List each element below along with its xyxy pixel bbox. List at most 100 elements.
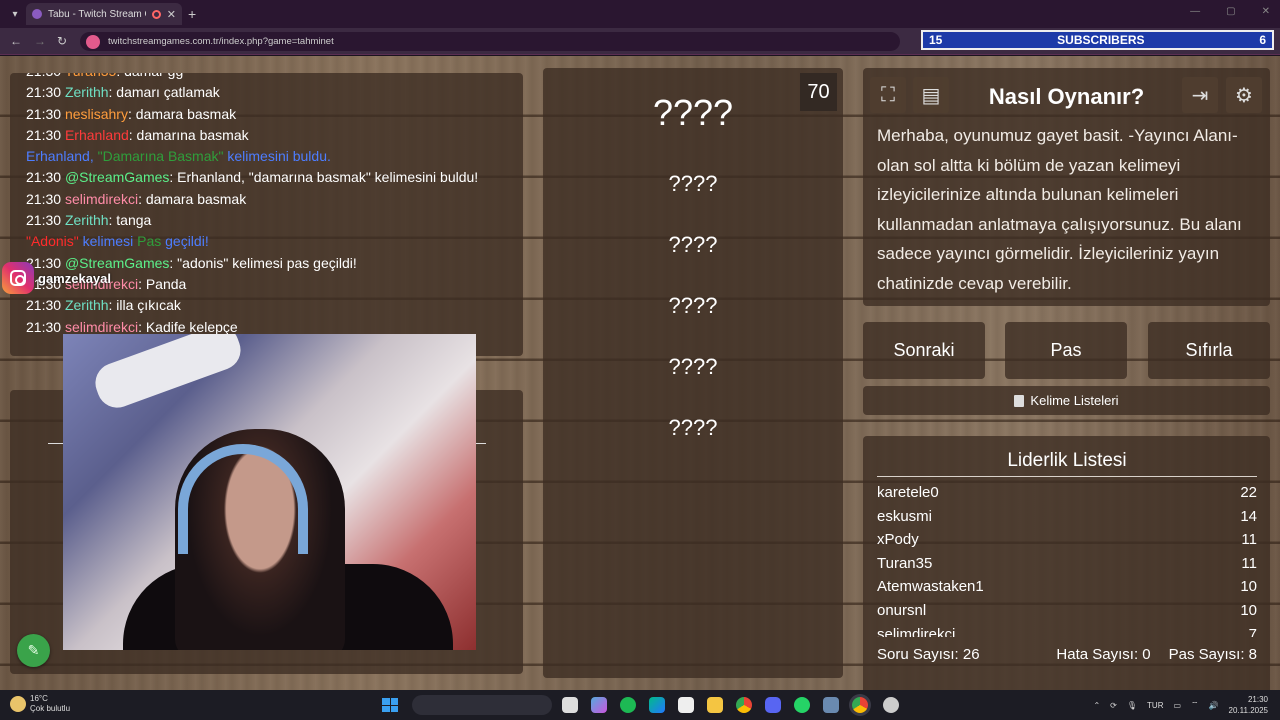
player-score: 10 xyxy=(1240,601,1257,619)
task-view-icon[interactable] xyxy=(562,697,578,713)
taboo-word: ???? xyxy=(668,354,718,379)
subscriber-label: SUBSCRIBERS xyxy=(1057,33,1145,47)
url-text: twitchstreamgames.com.tr/index.php?game=… xyxy=(108,36,334,47)
clock[interactable]: 21:30 20.11.2025 xyxy=(1229,694,1268,716)
browser-tab[interactable]: Tabu - Twitch Stream Games ✕ xyxy=(26,3,182,25)
os-taskbar: 16°C Çok bulutlu ⌃ ⟳ 🎙 TUR ▭ ⌔ 🔊 21:30 2… xyxy=(0,690,1280,720)
tab-search-button[interactable]: ▾ xyxy=(4,5,26,23)
player-score: 11 xyxy=(1241,554,1257,572)
system-word: "Damarına Basmak" xyxy=(97,148,224,165)
new-tab-button[interactable]: + xyxy=(188,6,196,22)
chat-text: : damarına basmak xyxy=(128,126,249,143)
chat-text: : Panda xyxy=(138,275,187,292)
exit-icon[interactable]: ⇥ xyxy=(1182,77,1218,113)
folder-icon[interactable] xyxy=(707,697,723,713)
chat-username: @StreamGames xyxy=(64,169,170,186)
clock-date: 20.11.2025 xyxy=(1228,706,1268,715)
leaderboard-row: eskusmi 14 xyxy=(877,505,1257,529)
chat-username: Erhanland xyxy=(64,126,129,143)
player-score: 10 xyxy=(1240,578,1257,596)
chat-message: 21:30 Erhanland: damarına basmak xyxy=(26,125,507,146)
site-info-icon[interactable] xyxy=(86,34,100,49)
system-text: kelimesi xyxy=(78,233,138,250)
weather-temp: 16°C xyxy=(30,694,48,703)
instagram-overlay: gamzekayal xyxy=(2,262,111,294)
chat-text: : Kadife kelepçe xyxy=(138,318,238,335)
chrome-active-icon[interactable] xyxy=(852,697,868,713)
store-icon[interactable] xyxy=(678,697,694,713)
chat-time: 21:30 xyxy=(26,297,62,314)
taboo-word: ???? xyxy=(668,415,718,440)
chat-message: Erhanland, "Damarına Basmak" kelimesini … xyxy=(26,146,507,167)
gear-icon[interactable]: ⚙ xyxy=(1226,77,1262,113)
browser-tabbar: ▾ Tabu - Twitch Stream Games ✕ + — ▢ ✕ xyxy=(0,0,1280,28)
back-icon[interactable]: ← xyxy=(10,34,22,48)
sync-icon[interactable]: ⟳ xyxy=(1110,701,1117,710)
chat-time: 21:30 xyxy=(26,212,62,229)
chat-text: : damar gg xyxy=(116,73,183,79)
taboo-word: ???? xyxy=(668,232,718,257)
edge-icon[interactable] xyxy=(649,697,665,713)
next-button[interactable]: Sonraki xyxy=(863,322,985,379)
chat-message: 21:30 Turan35: damar gg xyxy=(26,73,507,82)
chat-message: 21:30 Zerithh: illa çıkıcak xyxy=(26,295,507,316)
display-icon[interactable]: ▭ xyxy=(1173,701,1181,710)
leaderboard-row: onursnl 10 xyxy=(877,599,1257,623)
reset-button[interactable]: Sıfırla xyxy=(1148,322,1270,379)
microphone xyxy=(89,334,247,414)
chat-text: : "adonis" kelimesi pas geçildi! xyxy=(169,254,357,271)
network-icon[interactable]: ⌔ xyxy=(1191,700,1199,710)
volume-icon[interactable]: 🔊 xyxy=(1209,701,1219,710)
leaderboard-row: xPody 11 xyxy=(877,528,1257,552)
chat-message: 21:30 Zerithh: tanga xyxy=(26,210,507,231)
url-field[interactable]: twitchstreamgames.com.tr/index.php?game=… xyxy=(80,32,900,51)
spotify-icon[interactable] xyxy=(620,697,636,713)
close-window-icon[interactable]: ✕ xyxy=(1262,6,1270,17)
system-pass: Pas xyxy=(137,233,162,250)
obs-icon[interactable] xyxy=(883,697,899,713)
chat-time: 21:30 xyxy=(26,105,62,122)
forward-icon[interactable]: → xyxy=(34,34,46,48)
player-score: 22 xyxy=(1240,484,1257,501)
discord-icon[interactable] xyxy=(765,697,781,713)
player-score: 14 xyxy=(1240,507,1257,525)
chat-text: : tanga xyxy=(108,212,152,229)
chat-message: 21:30 selimdirekci: damara basmak xyxy=(26,189,507,210)
player-name: Turan35 xyxy=(877,554,933,572)
list-icon xyxy=(1014,394,1025,407)
copilot-icon[interactable] xyxy=(591,697,607,713)
game-stats: Soru Sayısı: 26 Hata Sayısı: 0 Pas Sayıs… xyxy=(877,646,1257,663)
chat-username: selimdirekci xyxy=(64,190,139,207)
mic-tray-icon[interactable]: 🎙 xyxy=(1127,701,1137,710)
system-tray: ⌃ ⟳ 🎙 TUR ▭ ⌔ 🔊 21:30 20.11.2025 xyxy=(1093,694,1268,716)
edit-fab-button[interactable]: ✎ xyxy=(17,634,50,667)
reload-icon[interactable]: ↻ xyxy=(57,34,67,48)
pass-count: Pas Sayısı: 8 xyxy=(1168,646,1257,663)
start-icon[interactable] xyxy=(382,698,398,712)
chat-time: 21:30 xyxy=(26,318,62,335)
recording-icon xyxy=(151,9,161,19)
taskbar-search[interactable] xyxy=(412,695,552,715)
language-indicator[interactable]: TUR xyxy=(1147,701,1163,710)
minimize-icon[interactable]: — xyxy=(1190,6,1200,17)
chat-panel: 21:30 Turan35: damar gg 21:30 Zerithh : da… xyxy=(10,73,523,356)
chat-username: Turan35 xyxy=(65,73,117,79)
word-lists-button[interactable]: Kelime Listeleri xyxy=(863,386,1270,415)
chrome-icon[interactable] xyxy=(736,697,752,713)
maximize-icon[interactable]: ▢ xyxy=(1226,6,1235,17)
pass-button[interactable]: Pas xyxy=(1005,322,1127,379)
tab-title: Tabu - Twitch Stream Games xyxy=(48,8,146,20)
window-controls: — ▢ ✕ xyxy=(1190,6,1270,17)
clock-time: 21:30 xyxy=(1247,695,1268,704)
app-icon[interactable] xyxy=(823,697,839,713)
webcam-overlay xyxy=(63,334,476,650)
tray-chevron-icon[interactable]: ⌃ xyxy=(1093,701,1100,710)
chat-text: : illa çıkıcak xyxy=(108,297,181,314)
whatsapp-icon[interactable] xyxy=(794,697,810,713)
tab-close-icon[interactable]: ✕ xyxy=(167,8,176,21)
chat-username: Zerithh xyxy=(64,297,109,314)
chat-time: 21:30 xyxy=(26,84,62,101)
player-name: onursnl xyxy=(877,601,927,619)
leaderboard-list[interactable]: karetele0 22 eskusmi 14 xPody 11 Turan35 11 … xyxy=(877,481,1257,637)
weather-widget[interactable]: 16°C Çok bulutlu xyxy=(10,694,70,714)
